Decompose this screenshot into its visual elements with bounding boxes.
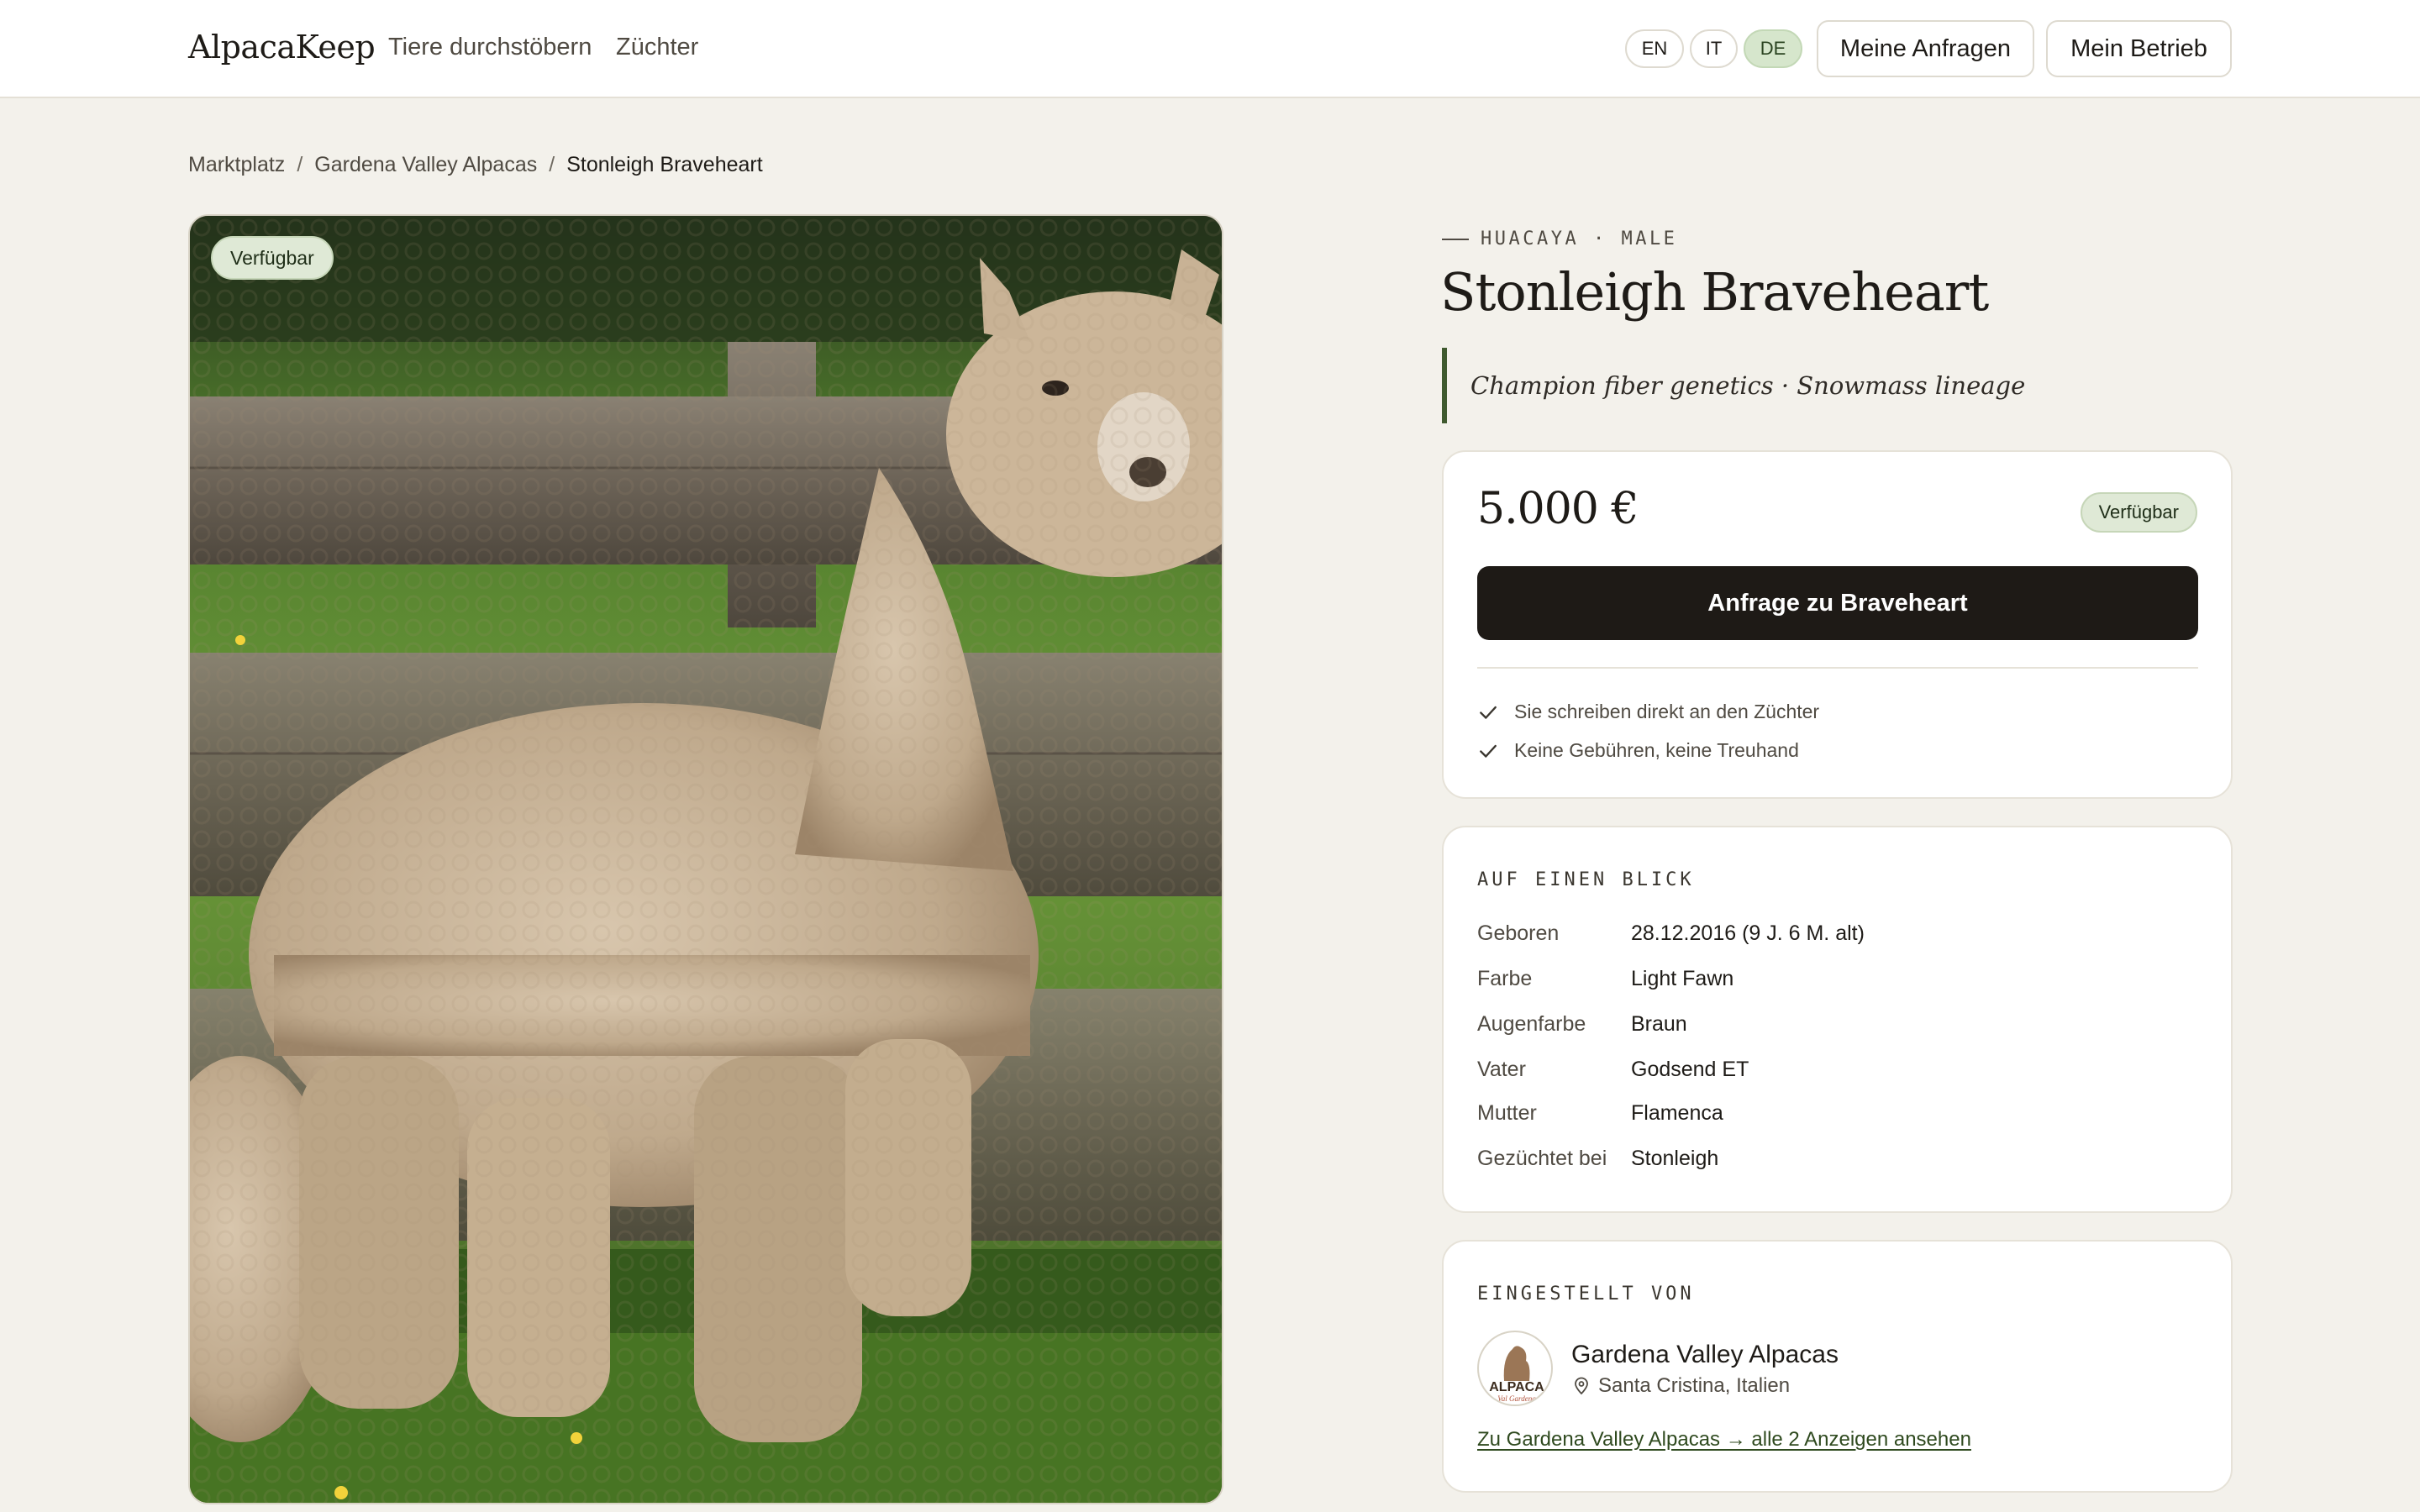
seller-location-text: Santa Cristina, Italien xyxy=(1598,1374,1791,1397)
top-bar: AlpacaKeep Tiere durchstöbern Züchter EN… xyxy=(0,0,2420,98)
eyebrow-dash xyxy=(1442,238,1469,240)
language-en-button[interactable]: EN xyxy=(1625,29,1684,68)
detail-row-born: Geboren 28.12.2016 (9 J. 6 M. alt) xyxy=(1477,921,1865,946)
language-de-button[interactable]: DE xyxy=(1744,29,1802,68)
breadcrumb-current: Stonleigh Braveheart xyxy=(566,153,763,176)
breed-sex-text: HUACAYA · MALE xyxy=(1481,228,1678,249)
status-badge: Verfügbar xyxy=(2080,492,2197,533)
nav-breeders[interactable]: Züchter xyxy=(616,34,698,61)
benefit-item: Keine Gebühren, keine Treuhand xyxy=(1477,739,1799,762)
detail-row-bred-by: Gezüchtet bei Stonleigh xyxy=(1477,1147,1718,1171)
nav-browse-animals[interactable]: Tiere durchstöbern xyxy=(388,34,592,61)
seller-logo-subtext: Val Gardena xyxy=(1497,1394,1536,1403)
price-card: 5.000 € Verfügbar Anfrage zu Braveheart … xyxy=(1442,450,2233,799)
detail-key: Vater xyxy=(1477,1058,1526,1081)
logo[interactable]: AlpacaKeep xyxy=(188,29,376,66)
detail-value: Light Fawn xyxy=(1631,967,1734,990)
seller-logo-text: ALPACA xyxy=(1489,1380,1544,1394)
tagline: Champion fiber genetics · Snowmass linea… xyxy=(1442,348,2025,423)
detail-value: Braun xyxy=(1631,1012,1687,1036)
seller-listings-link[interactable]: Zu Gardena Valley Alpacas → alle 2 Anzei… xyxy=(1477,1428,1971,1452)
breed-sex-label: HUACAYA · MALE xyxy=(1442,228,1677,249)
alpaca-logo-icon: ALPACA Val Gardena xyxy=(1489,1346,1544,1403)
detail-key: Farbe xyxy=(1477,967,1533,990)
divider xyxy=(1477,667,2198,669)
benefit-text: Sie schreiben direkt an den Züchter xyxy=(1514,701,1820,722)
detail-row-sire: Vater Godsend ET xyxy=(1477,1058,1749,1082)
language-it-button[interactable]: IT xyxy=(1690,29,1738,68)
detail-row-color: Farbe Light Fawn xyxy=(1477,967,1733,991)
detail-key: Mutter xyxy=(1477,1101,1537,1125)
benefit-text: Keine Gebühren, keine Treuhand xyxy=(1514,739,1799,761)
breadcrumb-marketplace[interactable]: Marktplatz xyxy=(188,153,285,177)
detail-row-eye-color: Augenfarbe Braun xyxy=(1477,1012,1687,1037)
price: 5.000 € xyxy=(1477,484,1639,534)
alpaca-illustration xyxy=(190,216,1222,1503)
breadcrumb-separator: / xyxy=(549,153,555,176)
detail-value: 28.12.2016 (9 J. 6 M. alt) xyxy=(1631,921,1865,945)
availability-badge: Verfügbar xyxy=(211,236,334,280)
seller-logo[interactable]: ALPACA Val Gardena xyxy=(1477,1331,1553,1406)
animal-photo[interactable]: Verfügbar xyxy=(188,214,1223,1504)
detail-value: Stonleigh xyxy=(1631,1147,1719,1170)
detail-value: Flamenca xyxy=(1631,1101,1723,1125)
location-pin-icon xyxy=(1575,1377,1588,1395)
detail-key: Augenfarbe xyxy=(1477,1012,1586,1036)
page-title: Stonleigh Braveheart xyxy=(1440,261,1989,323)
breadcrumb-breeder[interactable]: Gardena Valley Alpacas xyxy=(314,153,537,177)
my-farm-button[interactable]: Mein Betrieb xyxy=(2046,20,2232,77)
at-a-glance-card: AUF EINEN BLICK Geboren 28.12.2016 (9 J.… xyxy=(1442,826,2233,1213)
breadcrumb: Marktplatz / Gardena Valley Alpacas / St… xyxy=(188,153,763,177)
seller-card: EINGESTELLT VON ALPACA Val Gardena Garde… xyxy=(1442,1240,2233,1493)
check-icon xyxy=(1480,706,1497,719)
seller-name[interactable]: Gardena Valley Alpacas xyxy=(1571,1341,1839,1369)
breadcrumb-separator: / xyxy=(297,153,303,176)
seller-location: Santa Cristina, Italien xyxy=(1571,1374,1790,1398)
detail-value: Godsend ET xyxy=(1631,1058,1749,1081)
my-inquiries-button[interactable]: Meine Anfragen xyxy=(1817,20,2034,77)
section-label: AUF EINEN BLICK xyxy=(1477,869,1695,890)
inquiry-button[interactable]: Anfrage zu Braveheart xyxy=(1477,566,2198,640)
section-label: EINGESTELLT VON xyxy=(1477,1284,1695,1305)
detail-row-dam: Mutter Flamenca xyxy=(1477,1101,1723,1126)
benefit-item: Sie schreiben direkt an den Züchter xyxy=(1477,701,1819,723)
check-icon xyxy=(1480,744,1497,758)
detail-key: Gezüchtet bei xyxy=(1477,1147,1607,1170)
detail-key: Geboren xyxy=(1477,921,1560,945)
